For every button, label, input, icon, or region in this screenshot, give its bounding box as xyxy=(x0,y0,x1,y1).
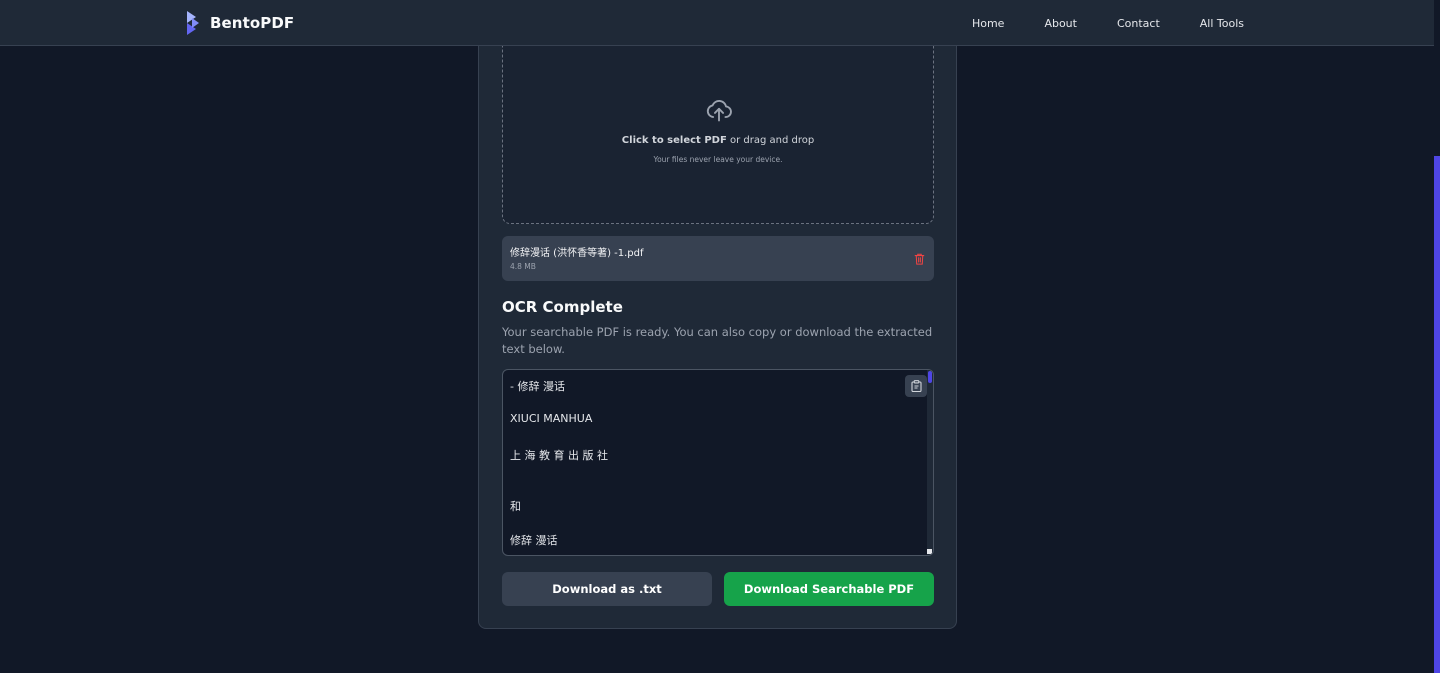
text-line: - 修辞 漫话 xyxy=(510,380,565,393)
nav-all-tools-link[interactable]: All Tools xyxy=(1200,17,1244,30)
dropzone-select-label: Click to select PDF xyxy=(621,135,727,146)
bento-logo-icon xyxy=(187,11,199,35)
brand-link[interactable]: BentoPDF xyxy=(184,10,294,36)
text-line: 修辞 漫话 xyxy=(510,534,558,547)
page-scrollbar-thumb[interactable] xyxy=(1434,156,1440,673)
clipboard-icon xyxy=(910,380,922,392)
brand-name: BentoPDF xyxy=(210,14,295,32)
download-pdf-button[interactable]: Download Searchable PDF xyxy=(724,572,934,606)
nav-links: Home About Contact All Tools xyxy=(972,0,1244,46)
trash-icon[interactable] xyxy=(914,253,925,265)
top-navbar: BentoPDF Home About Contact All Tools xyxy=(0,0,1434,46)
copy-text-button[interactable] xyxy=(905,375,927,397)
extracted-text-area[interactable]: - 修辞 漫话 XIUCI MANHUA 上 海 教 育 出 版 社 和 修辞 … xyxy=(502,369,934,556)
nav-home-link[interactable]: Home xyxy=(972,17,1004,30)
text-line: XIUCI MANHUA xyxy=(510,412,593,425)
ocr-result-description: Your searchable PDF is ready. You can al… xyxy=(502,325,933,356)
resize-grip[interactable] xyxy=(927,549,932,554)
page-scrollbar[interactable] xyxy=(1434,0,1440,673)
dropzone-instruction: Click to select PDF or drag and drop xyxy=(503,135,933,146)
dropzone-drag-label: or drag and drop xyxy=(726,135,815,146)
ocr-tool-card: Click to select PDF or drag and drop You… xyxy=(478,0,957,629)
text-line: 和 xyxy=(510,500,521,513)
download-txt-button[interactable]: Download as .txt xyxy=(502,572,712,606)
nav-contact-link[interactable]: Contact xyxy=(1117,17,1160,30)
file-size: 4.8 MB xyxy=(510,262,536,271)
dropzone-privacy-note: Your files never leave your device. xyxy=(653,155,783,164)
text-line: 上 海 教 育 出 版 社 xyxy=(510,449,608,462)
text-area-scrollbar-thumb[interactable] xyxy=(928,371,932,383)
ocr-result-title: OCR Complete xyxy=(502,298,623,316)
text-area-scrollbar[interactable] xyxy=(927,370,933,555)
cloud-upload-icon xyxy=(706,99,732,122)
nav-about-link[interactable]: About xyxy=(1044,17,1077,30)
file-name: 修辞漫话 (洪怀香等著) -1.pdf xyxy=(510,248,644,259)
selected-file-item: 修辞漫话 (洪怀香等著) -1.pdf 4.8 MB xyxy=(502,236,934,281)
